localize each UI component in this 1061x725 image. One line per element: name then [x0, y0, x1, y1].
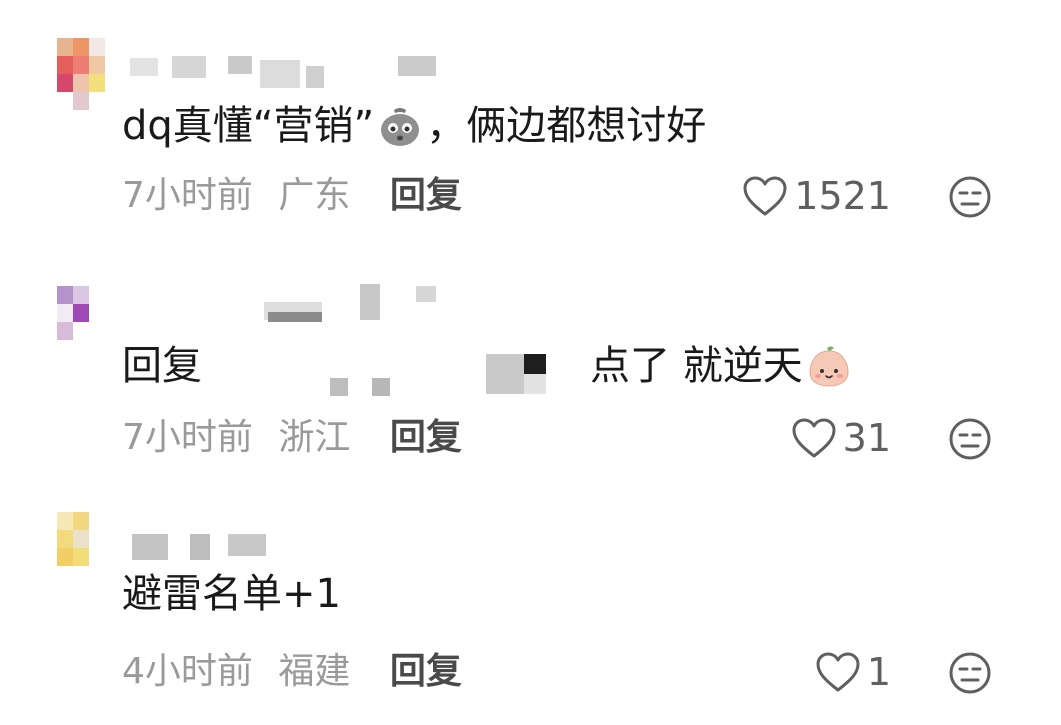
comment-meta: 4小时前 福建 回复: [122, 650, 462, 694]
frowning-bag-emoji-icon: [381, 108, 420, 146]
avatar[interactable]: [57, 286, 105, 358]
avatar[interactable]: [57, 38, 105, 110]
comment-text: 避雷名单+1: [122, 570, 341, 618]
dislike-face-icon[interactable]: [947, 174, 993, 220]
comment-text-part1: 避雷名单+1: [122, 571, 341, 617]
comment-text-part1: 点了 就逆天: [590, 343, 803, 389]
reply-button[interactable]: 回复: [390, 175, 462, 216]
comment-region: 广东: [278, 175, 351, 216]
comment-text-part2: ，俩边都想讨好: [426, 103, 707, 149]
mentioned-username[interactable]: [220, 342, 590, 396]
heart-icon: [792, 418, 836, 458]
comment-time: 7小时前: [122, 175, 253, 216]
avatar[interactable]: [57, 512, 105, 584]
like-button[interactable]: 31: [791, 416, 891, 460]
comment-text: dq真懂“营销” ，俩边都想讨好: [122, 102, 706, 150]
reply-prefix: 回复: [122, 343, 202, 389]
comment-item: 避雷名单+1 4小时前 福建 回复 1: [0, 490, 1061, 725]
like-button[interactable]: 1521: [742, 174, 891, 218]
like-button[interactable]: 1: [815, 650, 891, 694]
comment-text-part1: dq真懂“营销”: [122, 103, 375, 149]
smiling-peach-emoji-icon: [809, 346, 849, 387]
username[interactable]: [110, 528, 280, 564]
comment-time: 7小时前: [122, 417, 253, 458]
comment-item: 回复 点了 就逆天 7小时前 浙江 回复 31: [0, 240, 1061, 490]
comment-list: dq真懂“营销” ，俩边都想讨好 7小时前 广东 回复 1521 回复 点了 就…: [0, 0, 1061, 725]
comment-time: 4小时前: [122, 651, 253, 692]
comment-meta: 7小时前 浙江 回复: [122, 416, 462, 460]
comment-item: dq真懂“营销” ，俩边都想讨好 7小时前 广东 回复 1521: [0, 0, 1061, 240]
username[interactable]: [110, 54, 440, 90]
heart-icon: [743, 176, 787, 216]
reply-button[interactable]: 回复: [390, 417, 462, 458]
username[interactable]: [110, 280, 450, 322]
like-count: 1: [866, 650, 891, 694]
reply-button[interactable]: 回复: [390, 651, 462, 692]
like-count: 31: [842, 416, 891, 460]
comment-text: 回复 点了 就逆天: [122, 342, 855, 396]
like-count: 1521: [794, 174, 891, 218]
heart-icon: [816, 652, 860, 692]
comment-region: 福建: [278, 651, 351, 692]
comment-region: 浙江: [278, 417, 351, 458]
dislike-face-icon[interactable]: [947, 416, 993, 462]
comment-meta: 7小时前 广东 回复: [122, 174, 462, 218]
dislike-face-icon[interactable]: [947, 650, 993, 696]
